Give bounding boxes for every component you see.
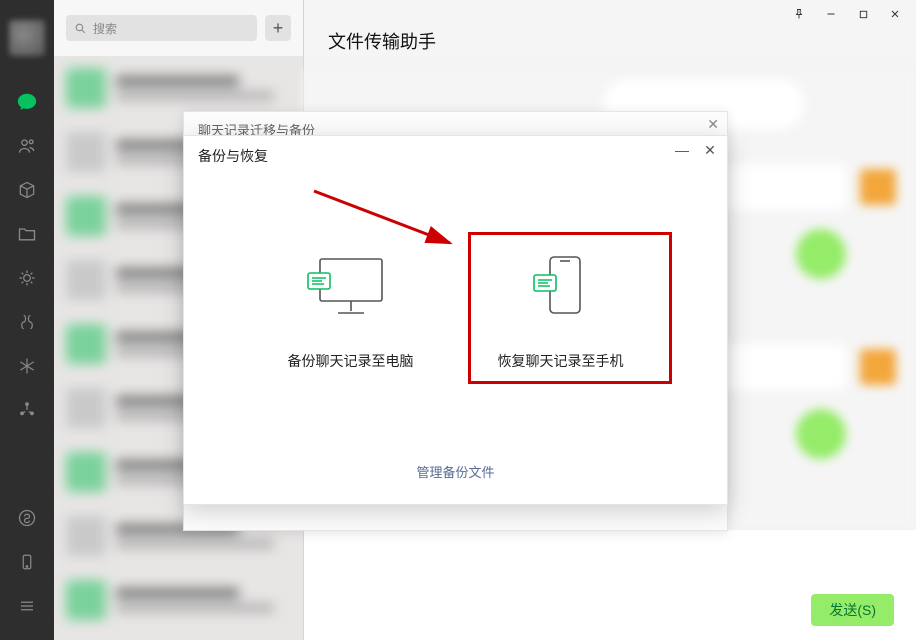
- manage-backups-link[interactable]: 管理备份文件: [416, 465, 494, 480]
- menu-icon[interactable]: [15, 594, 39, 618]
- discover-icon[interactable]: [15, 398, 39, 422]
- dialog-minimize-button[interactable]: —: [673, 142, 691, 159]
- pc-icon: [306, 251, 396, 321]
- add-button[interactable]: +: [265, 15, 291, 41]
- miniprogram-icon[interactable]: [15, 506, 39, 530]
- option-restore-label: 恢复聊天记录至手机: [498, 351, 624, 371]
- window-titlebar: [304, 0, 916, 28]
- search-placeholder: 搜索: [93, 20, 117, 37]
- dialog-back-close[interactable]: ✕: [707, 116, 719, 133]
- search-icon: [74, 22, 87, 35]
- phone-restore-icon: [516, 251, 606, 321]
- send-button[interactable]: 发送(S): [811, 594, 894, 626]
- chat-title: 文件传输助手: [304, 28, 916, 68]
- moments-icon[interactable]: [15, 266, 39, 290]
- list-item[interactable]: [54, 568, 303, 632]
- snowflake-icon[interactable]: [15, 354, 39, 378]
- channels-icon[interactable]: [15, 310, 39, 334]
- avatar[interactable]: [9, 20, 45, 56]
- dialog-title: 备份与恢复: [198, 146, 268, 166]
- maximize-button[interactable]: [848, 2, 878, 26]
- minimize-button[interactable]: [816, 2, 846, 26]
- option-backup-to-pc[interactable]: 备份聊天记录至电脑: [246, 226, 456, 396]
- nav-rail: [0, 0, 54, 640]
- chat-icon[interactable]: [15, 90, 39, 114]
- search-input[interactable]: 搜索: [66, 15, 257, 41]
- dialog-backup-restore: 备份与恢复 — ✕ 备份聊天记录至电脑: [183, 135, 728, 505]
- search-row: 搜索 +: [54, 0, 303, 56]
- packages-icon[interactable]: [15, 178, 39, 202]
- close-button[interactable]: [880, 2, 910, 26]
- message-input-area[interactable]: 发送(S): [304, 530, 916, 640]
- phone-icon[interactable]: [15, 550, 39, 574]
- contacts-icon[interactable]: [15, 134, 39, 158]
- pin-button[interactable]: [784, 2, 814, 26]
- dialog-close-button[interactable]: ✕: [701, 142, 719, 159]
- option-restore-to-phone[interactable]: 恢复聊天记录至手机: [456, 226, 666, 396]
- folder-icon[interactable]: [15, 222, 39, 246]
- option-backup-label: 备份聊天记录至电脑: [288, 351, 414, 371]
